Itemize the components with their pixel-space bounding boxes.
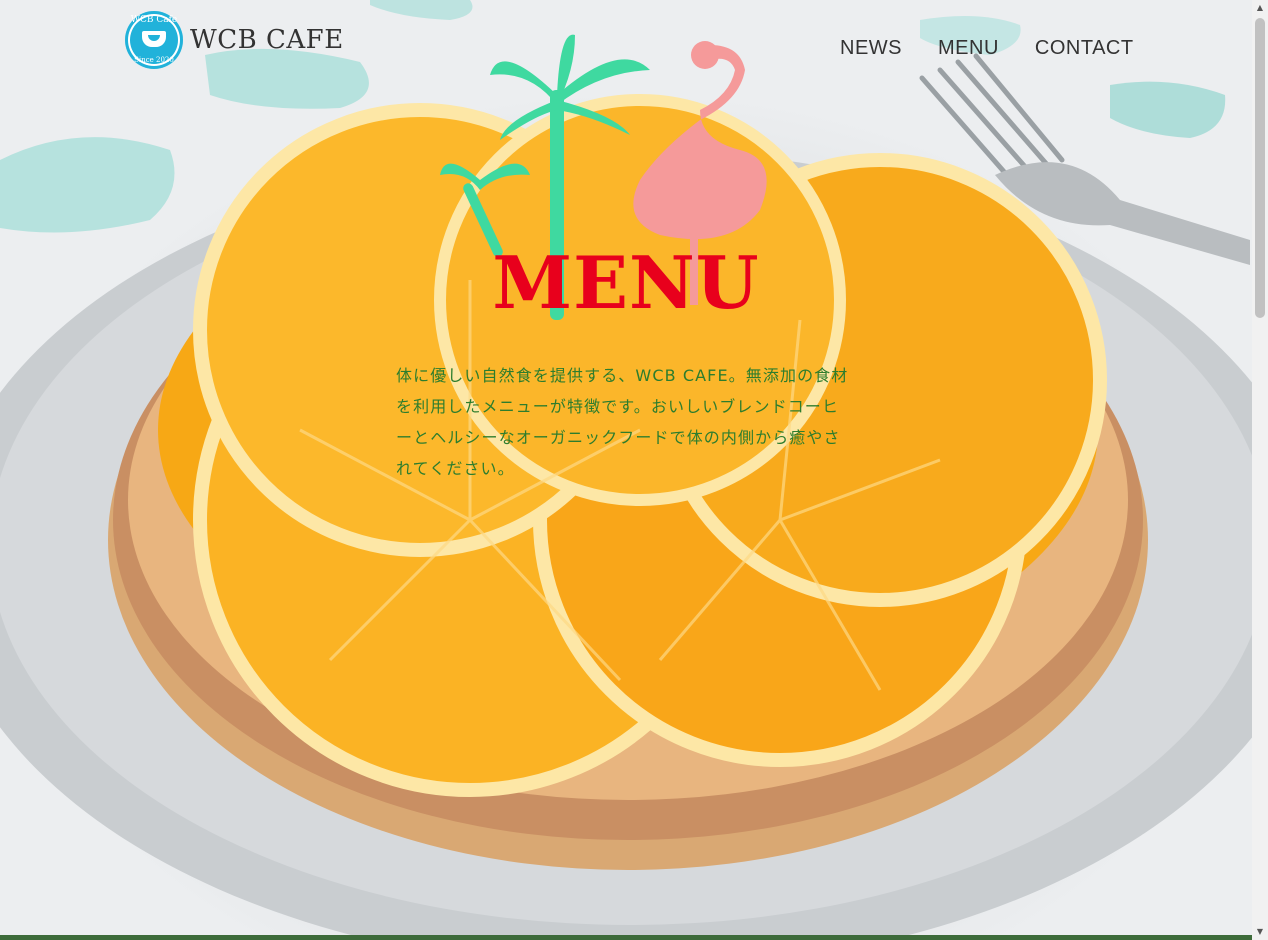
- site-logo[interactable]: WCB Cafe Since 2020 WCB CAFE: [125, 11, 344, 69]
- main-nav: NEWS MENU CONTACT: [840, 36, 1170, 60]
- logo-text: WCB CAFE: [190, 25, 344, 55]
- nav-news[interactable]: NEWS: [840, 36, 902, 60]
- page-bottom-edge: [0, 935, 1252, 940]
- scroll-up-arrow-icon[interactable]: ▲: [1252, 0, 1268, 16]
- nav-menu[interactable]: MENU: [938, 36, 999, 60]
- coffee-cup-icon: [142, 31, 166, 47]
- logo-badge-bottom-text: Since 2020: [134, 56, 174, 64]
- menu-description: 体に優しい自然食を提供する、WCB CAFE。無添加の食材を利用したメニューが特…: [396, 366, 849, 478]
- scroll-down-arrow-icon[interactable]: ▼: [1252, 924, 1268, 940]
- scroll-thumb[interactable]: [1255, 18, 1265, 318]
- cafe-logo-icon: WCB Cafe Since 2020: [125, 11, 183, 69]
- vertical-scrollbar[interactable]: ▲ ▼: [1252, 0, 1268, 940]
- page-title: MENU: [492, 240, 760, 325]
- logo-badge-top-text: WCB Cafe: [130, 15, 178, 25]
- nav-contact[interactable]: CONTACT: [1035, 36, 1134, 60]
